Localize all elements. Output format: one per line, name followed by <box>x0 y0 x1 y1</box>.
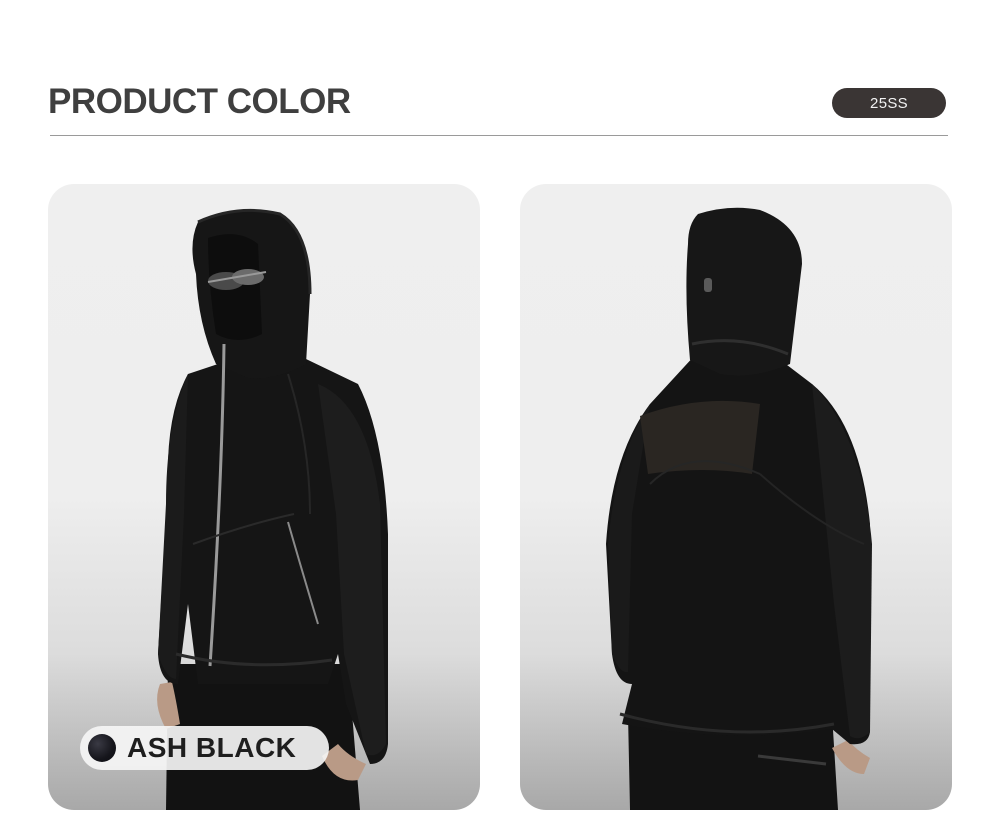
page-title: PRODUCT COLOR <box>48 82 351 121</box>
color-swatch <box>88 734 116 762</box>
color-name-label: ASH BLACK <box>127 732 297 763</box>
jacket-front-image <box>157 208 388 810</box>
season-badge: 25SS <box>832 88 946 118</box>
color-option-chip[interactable]: ASH BLACK <box>80 726 329 770</box>
back-view-photo <box>520 184 952 810</box>
jacket-back-image <box>606 207 872 810</box>
front-view-photo <box>48 184 480 810</box>
header-divider <box>50 135 948 136</box>
